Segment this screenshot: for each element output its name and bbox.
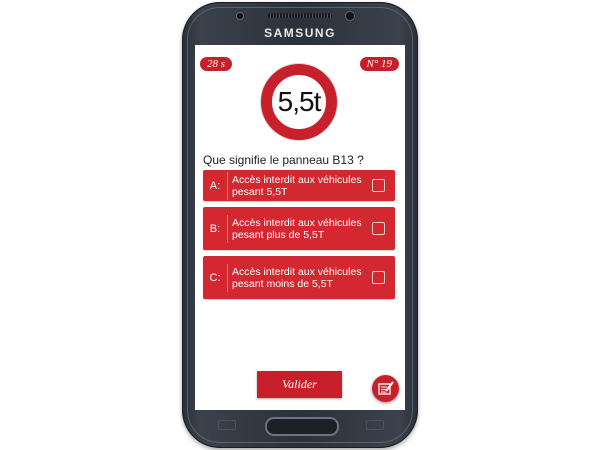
- answer-option-a[interactable]: A: Accès interdit aux véhicules pesant 5…: [203, 170, 395, 201]
- answer-text: Accès interdit aux véhicules pesant moin…: [227, 263, 366, 292]
- answer-checkbox[interactable]: [372, 271, 385, 284]
- menu-key[interactable]: [218, 420, 236, 430]
- sign-weight-label: 5,5t: [277, 86, 322, 117]
- answer-checkbox[interactable]: [372, 179, 385, 192]
- answer-letter: C:: [209, 271, 221, 284]
- timer-badge: 28 s: [200, 57, 233, 71]
- notes-fab-button[interactable]: [372, 375, 399, 402]
- traffic-sign-b13: 5,5t: [261, 64, 337, 140]
- app-screen: 28 s N° 19 5,5t Que signifie le panneau …: [195, 45, 405, 410]
- front-camera: [345, 11, 355, 21]
- back-key[interactable]: [366, 420, 384, 430]
- answer-letter: B:: [209, 222, 221, 235]
- answer-option-b[interactable]: B: Accès interdit aux véhicules pesant p…: [203, 207, 395, 250]
- question-number-badge: N° 19: [359, 57, 399, 71]
- answer-text: Accès interdit aux véhicules pesant 5,5T: [227, 171, 366, 200]
- proximity-sensor: [236, 12, 244, 20]
- answer-option-c[interactable]: C: Accès interdit aux véhicules pesant m…: [203, 256, 395, 299]
- validate-button[interactable]: Valider: [257, 371, 342, 398]
- answer-checkbox[interactable]: [372, 222, 385, 235]
- earpiece-speaker: [268, 13, 332, 18]
- question-text: Que signifie le panneau B13 ?: [203, 153, 364, 167]
- answer-text: Accès interdit aux véhicules pesant plus…: [227, 214, 366, 243]
- brand-logo: SAMSUNG: [264, 26, 336, 40]
- answer-letter: A:: [209, 179, 221, 192]
- home-button[interactable]: [265, 417, 339, 436]
- edit-notes-icon: [378, 381, 394, 395]
